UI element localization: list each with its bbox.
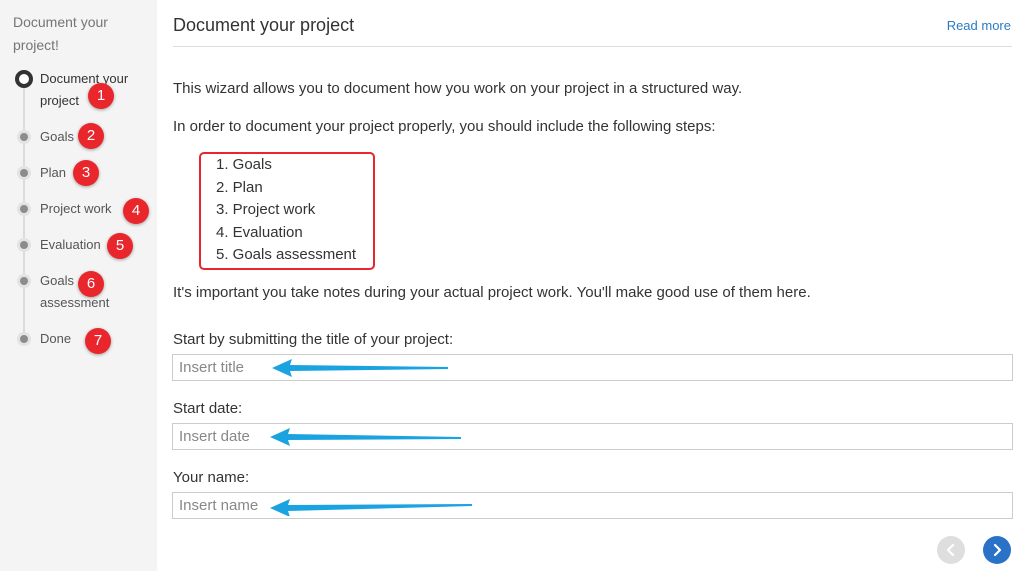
list-item: 3. Project work — [216, 201, 316, 218]
step-dot-icon — [17, 274, 31, 288]
name-field-label: Your name: — [173, 469, 250, 486]
annotation-arrow-icon — [270, 428, 461, 446]
chevron-left-icon — [946, 543, 955, 557]
steps-list: 1. Goals 2. Plan 3. Project work 4. Eval… — [216, 154, 356, 267]
read-more-link[interactable]: Read more — [947, 18, 1011, 33]
next-button[interactable] — [983, 536, 1011, 564]
list-item: 2. Plan — [216, 178, 263, 196]
annotation-badge: 5 — [107, 233, 133, 259]
annotation-arrow-icon — [272, 359, 448, 377]
step-dot-icon — [17, 332, 31, 346]
wizard-window: Document your project! Document your pro… — [0, 0, 1024, 571]
step-label: Done — [40, 331, 72, 346]
annotation-badge: 4 — [123, 198, 149, 224]
annotation-badge: 2 — [78, 123, 104, 149]
step-dot-icon — [17, 238, 31, 252]
step-label: Goals — [40, 129, 74, 144]
header-divider — [173, 46, 1012, 47]
sidebar: Document your project! Document your pro… — [0, 0, 157, 571]
annotation-badge: 3 — [73, 160, 99, 186]
list-item: 5. Goals assessment — [216, 246, 357, 263]
step-dot-icon — [17, 166, 31, 180]
chevron-right-icon — [993, 543, 1002, 557]
step-label: Evaluation — [40, 237, 101, 252]
list-item: 1. Goals — [216, 156, 272, 173]
instructions-text: In order to document your project proper… — [173, 118, 716, 135]
step-dot-icon — [17, 202, 31, 216]
page-title: Document your project — [173, 15, 355, 35]
title-field-label: Start by submitting the title of your pr… — [173, 331, 454, 348]
step-label: Project work — [40, 201, 112, 216]
annotation-arrow-icon — [270, 499, 472, 516]
date-field-label: Start date: — [173, 400, 243, 417]
step-label: Plan — [40, 165, 67, 180]
sidebar-title: Document your project! — [13, 14, 108, 53]
annotation-badge: 1 — [88, 83, 114, 109]
notes-text: It's important you take notes during you… — [173, 284, 811, 301]
previous-button[interactable] — [937, 536, 965, 564]
step-current-dot-icon — [15, 70, 33, 88]
list-item: 4. Evaluation — [216, 223, 303, 241]
annotation-badge: 6 — [78, 271, 104, 297]
annotation-badge: 7 — [85, 328, 111, 354]
intro-text: This wizard allows you to document how y… — [173, 80, 743, 97]
step-dot-icon — [17, 130, 31, 144]
